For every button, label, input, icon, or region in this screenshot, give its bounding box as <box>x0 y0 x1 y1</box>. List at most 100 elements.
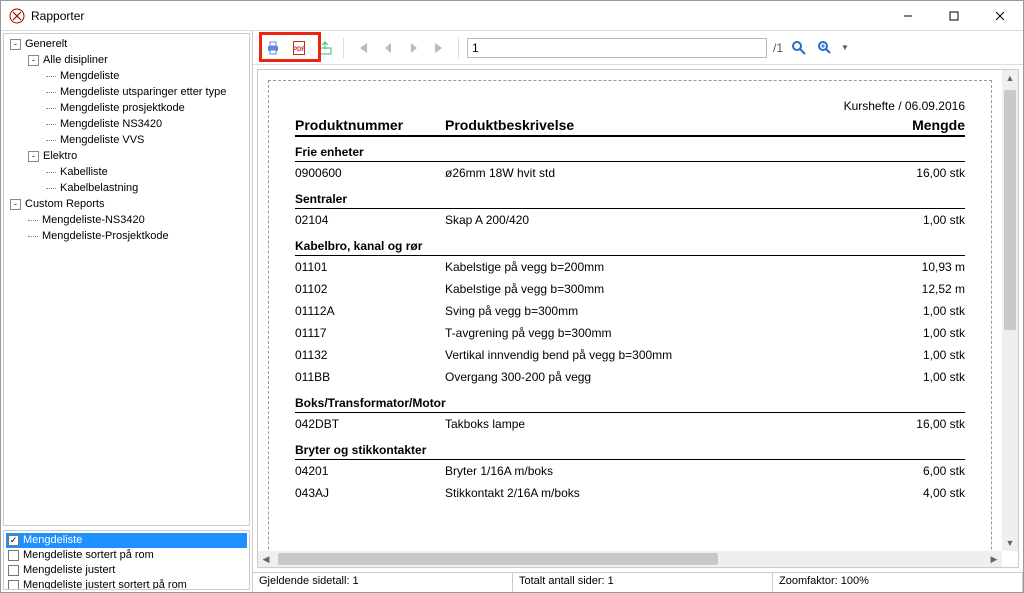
checklist-item[interactable]: Mengdeliste justert <box>6 563 247 578</box>
cell-mengde: 1,00 stk <box>875 213 965 227</box>
statusbar: Gjeldende sidetall: 1 Totalt antall side… <box>253 572 1023 592</box>
scroll-left-icon[interactable]: ◀ <box>258 551 274 567</box>
report-page: Kurshefte / 06.09.2016 Produktnummer Pro… <box>268 80 992 551</box>
cell-mengde: 16,00 stk <box>875 166 965 180</box>
window-title: Rapporter <box>31 9 84 23</box>
tree-leaf-kabelliste[interactable]: Kabelliste <box>60 166 108 178</box>
report-checklist[interactable]: ✓MengdelisteMengdeliste sortert på romMe… <box>3 530 250 590</box>
first-page-icon[interactable] <box>352 38 372 58</box>
tree-node-custom-reports[interactable]: Custom Reports <box>25 198 104 210</box>
cell-produktnummer: 0900600 <box>295 166 445 180</box>
cell-produktnummer: 02104 <box>295 213 445 227</box>
tree-leaf-cr-prosjektkode[interactable]: Mengdeliste-Prosjektkode <box>42 230 169 242</box>
tree-toggle[interactable]: - <box>28 151 39 162</box>
scroll-thumb[interactable] <box>278 553 718 565</box>
status-total-pages: Totalt antall sider: 1 <box>513 573 773 592</box>
scroll-down-icon[interactable]: ▼ <box>1002 535 1018 551</box>
pdf-export-icon[interactable]: PDF <box>289 38 309 58</box>
table-row: 01117T-avgrening på vegg b=300mm1,00 stk <box>295 322 965 344</box>
cell-beskrivelse: Skap A 200/420 <box>445 213 875 227</box>
checklist-label: Mengdeliste <box>23 533 82 548</box>
horizontal-scrollbar[interactable]: ◀ ▶ <box>258 551 1002 567</box>
cell-produktnummer: 01101 <box>295 260 445 274</box>
col-produktbeskrivelse: Produktbeskrivelse <box>445 117 875 133</box>
checkbox[interactable]: ✓ <box>8 535 19 546</box>
table-row: 01112ASving på vegg b=300mm1,00 stk <box>295 300 965 322</box>
tree-node-alle-disipliner[interactable]: Alle disipliner <box>43 54 108 66</box>
app-window: Rapporter -Generelt -Alle disipliner Men… <box>0 0 1024 593</box>
cell-beskrivelse: Sving på vegg b=300mm <box>445 304 875 318</box>
col-produktnummer: Produktnummer <box>295 117 445 133</box>
content: -Generelt -Alle disipliner Mengdeliste M… <box>1 31 1023 592</box>
group-header: Bryter og stikkontakter <box>295 443 965 460</box>
scroll-up-icon[interactable]: ▲ <box>1002 70 1018 86</box>
prev-page-icon[interactable] <box>378 38 398 58</box>
tree-leaf-mengdeliste-ns3420[interactable]: Mengdeliste NS3420 <box>60 118 162 130</box>
tree-leaf-mengdeliste-vvs[interactable]: Mengdeliste VVS <box>60 134 144 146</box>
print-icon[interactable] <box>263 38 283 58</box>
next-page-icon[interactable] <box>404 38 424 58</box>
cell-mengde: 1,00 stk <box>875 370 965 384</box>
window-controls <box>885 1 1023 30</box>
table-row: 04201Bryter 1/16A m/boks6,00 stk <box>295 460 965 482</box>
maximize-button[interactable] <box>931 1 977 30</box>
toolbar-separator <box>343 38 344 58</box>
titlebar-left: Rapporter <box>9 8 84 24</box>
zoom-dropdown-icon[interactable]: ▼ <box>841 43 849 52</box>
tree-leaf-mengdeliste[interactable]: Mengdeliste <box>60 70 119 82</box>
scroll-right-icon[interactable]: ▶ <box>986 551 1002 567</box>
tree-leaf-mengdeliste-utsparinger[interactable]: Mengdeliste utsparinger etter type <box>60 86 226 98</box>
cell-mengde: 16,00 stk <box>875 417 965 431</box>
titlebar: Rapporter <box>1 1 1023 31</box>
group-header: Frie enheter <box>295 145 965 162</box>
cell-produktnummer: 01132 <box>295 348 445 362</box>
checkbox[interactable] <box>8 580 19 590</box>
cell-produktnummer: 042DBT <box>295 417 445 431</box>
page-number-input[interactable] <box>467 38 767 58</box>
table-row: 01132Vertikal innvendig bend på vegg b=3… <box>295 344 965 366</box>
checklist-item[interactable]: Mengdeliste justert sortert på rom <box>6 578 247 590</box>
scroll-thumb[interactable] <box>1004 90 1016 330</box>
tree-toggle[interactable]: - <box>28 55 39 66</box>
tree-leaf-cr-ns3420[interactable]: Mengdeliste-NS3420 <box>42 214 145 226</box>
tree-node-generelt[interactable]: Generelt <box>25 38 67 50</box>
close-button[interactable] <box>977 1 1023 30</box>
checklist-item[interactable]: ✓ Mengdeliste <box>6 533 247 548</box>
cell-beskrivelse: Kabelstige på vegg b=300mm <box>445 282 875 296</box>
viewer-toolbar: PDF <box>253 31 1023 65</box>
vertical-scrollbar[interactable]: ▲ ▼ <box>1002 70 1018 551</box>
tree-leaf-mengdeliste-prosjektkode[interactable]: Mengdeliste prosjektkode <box>60 102 185 114</box>
tree-toggle[interactable]: - <box>10 39 21 50</box>
export-group: PDF <box>263 38 335 58</box>
checkbox[interactable] <box>8 565 19 576</box>
cell-mengde: 4,00 stk <box>875 486 965 500</box>
report-tree[interactable]: -Generelt -Alle disipliner Mengdeliste M… <box>3 33 250 526</box>
cell-beskrivelse: Overgang 300-200 på vegg <box>445 370 875 384</box>
cell-produktnummer: 01112A <box>295 304 445 318</box>
export-icon[interactable] <box>315 38 335 58</box>
table-row: 02104Skap A 200/4201,00 stk <box>295 209 965 231</box>
checklist-item[interactable]: Mengdeliste sortert på rom <box>6 548 247 563</box>
minimize-button[interactable] <box>885 1 931 30</box>
cell-produktnummer: 011BB <box>295 370 445 384</box>
column-header: Produktnummer Produktbeskrivelse Mengde <box>295 117 965 137</box>
cell-produktnummer: 04201 <box>295 464 445 478</box>
group-header: Boks/Transformator/Motor <box>295 396 965 413</box>
cell-beskrivelse: ø26mm 18W hvit std <box>445 166 875 180</box>
report-header-right: Kurshefte / 06.09.2016 <box>295 99 965 113</box>
cell-beskrivelse: Kabelstige på vegg b=200mm <box>445 260 875 274</box>
page-area: Kurshefte / 06.09.2016 Produktnummer Pro… <box>257 69 1019 568</box>
toolbar-separator <box>458 38 459 58</box>
tree-toggle[interactable]: - <box>10 199 21 210</box>
status-zoom: Zoomfaktor: 100% <box>773 573 1023 592</box>
checklist-label: Mengdeliste justert <box>23 563 115 578</box>
last-page-icon[interactable] <box>430 38 450 58</box>
page-scroll: Kurshefte / 06.09.2016 Produktnummer Pro… <box>258 70 1002 551</box>
search-icon[interactable] <box>789 38 809 58</box>
zoom-icon[interactable] <box>815 38 835 58</box>
tree-node-elektro[interactable]: Elektro <box>43 150 77 162</box>
tree-leaf-kabelbelastning[interactable]: Kabelbelastning <box>60 182 138 194</box>
checkbox[interactable] <box>8 550 19 561</box>
app-icon <box>9 8 25 24</box>
cell-beskrivelse: Bryter 1/16A m/boks <box>445 464 875 478</box>
